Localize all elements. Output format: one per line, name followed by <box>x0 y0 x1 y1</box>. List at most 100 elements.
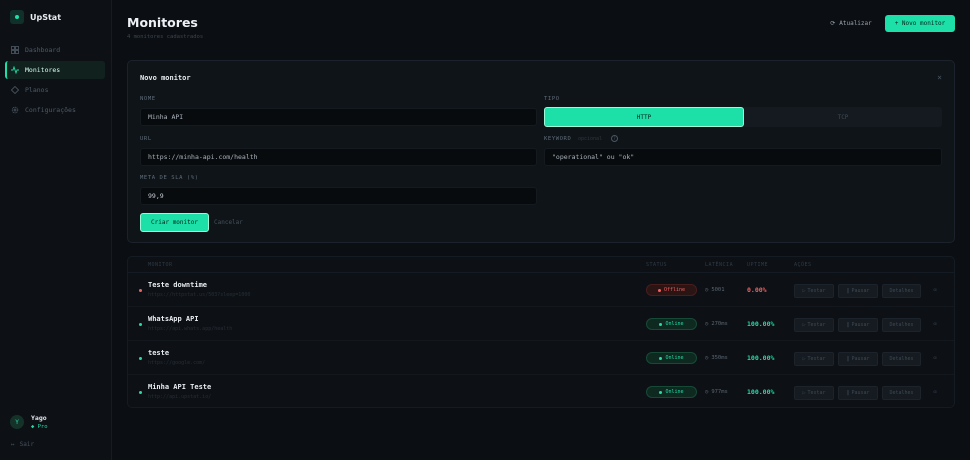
table-row[interactable]: Minha API Teste http://api.upstat.io/ On… <box>128 376 954 409</box>
status-dot <box>139 323 142 326</box>
sidebar-item-dashboard[interactable]: Dashboard <box>5 41 105 59</box>
table-header: MONITOR STATUS LATÊNCIA UPTIME AÇÕES <box>128 257 954 273</box>
sidebar-item-planos[interactable]: Planos <box>5 81 105 99</box>
brand[interactable]: UpStat <box>10 10 61 24</box>
trash-icon[interactable]: ⌫ <box>933 321 940 328</box>
keyword-input[interactable]: "operational" ou "ok" <box>544 148 942 166</box>
clock-icon: ◷ <box>705 321 709 327</box>
status-dot <box>139 357 142 360</box>
refresh-icon: ⟳ <box>830 20 836 27</box>
test-button[interactable]: ▷ Testar <box>794 386 834 400</box>
status-text: Online <box>665 389 684 395</box>
header-actions: AÇÕES <box>794 262 812 268</box>
play-icon: ▷ <box>802 288 806 294</box>
sidebar-item-label: Monitores <box>25 66 61 74</box>
logout-label: Sair <box>19 441 35 448</box>
app-name: UpStat <box>30 12 62 22</box>
status-badge: Online <box>646 318 697 330</box>
latency-value: ◷ 350ms <box>705 355 728 361</box>
refresh-button[interactable]: ⟳ Atualizar <box>825 15 877 32</box>
uptime-value: 100.00% <box>747 354 775 362</box>
form-title: Novo monitor <box>140 74 191 82</box>
pause-button[interactable]: ‖ Pausar <box>838 386 878 400</box>
play-icon: ▷ <box>802 390 806 396</box>
pause-icon: ‖ <box>846 288 850 294</box>
pause-button[interactable]: ‖ Pausar <box>838 284 878 298</box>
status-text: Online <box>665 355 684 361</box>
header-monitor: MONITOR <box>148 262 173 268</box>
monitor-name[interactable]: Minha API Teste <box>148 383 211 391</box>
sidebar-item-monitores[interactable]: Monitores <box>5 61 105 79</box>
user-plan: ◆ Pro <box>31 424 48 430</box>
details-button[interactable]: Detalhes <box>882 386 921 400</box>
clock-icon: ◷ <box>705 287 709 293</box>
monitor-name[interactable]: teste <box>148 349 169 357</box>
header-status: STATUS <box>646 262 668 268</box>
status-text: Offline <box>663 287 686 293</box>
table-row[interactable]: teste https://google.com/ Online ◷ 350ms … <box>128 342 954 375</box>
type-label: TIPO <box>544 96 560 102</box>
user-plan-label: Pro <box>37 424 48 430</box>
pause-icon: ‖ <box>846 356 850 362</box>
url-label: URL <box>140 136 152 142</box>
clock-icon: ◷ <box>705 389 709 395</box>
trash-icon[interactable]: ⌫ <box>933 287 940 294</box>
monitor-name[interactable]: Teste downtime <box>148 281 207 289</box>
monitor-name[interactable]: WhatsApp API <box>148 315 199 323</box>
pause-button[interactable]: ‖ Pausar <box>838 352 878 366</box>
trash-icon[interactable]: ⌫ <box>933 389 940 396</box>
name-input[interactable]: Minha API <box>140 108 537 126</box>
status-badge: Offline <box>646 284 697 296</box>
table-row[interactable]: Teste downtime https://httpstat.us/503?s… <box>128 274 954 307</box>
latency-value: ◷ 977ms <box>705 389 728 395</box>
new-monitor-button[interactable]: + Novo monitor <box>885 15 955 32</box>
sidebar: UpStat Dashboard Monitores Planos Config… <box>0 0 112 460</box>
play-icon: ▷ <box>802 356 806 362</box>
monitor-url: https://google.com/ <box>148 360 206 366</box>
test-button[interactable]: ▷ Testar <box>794 318 834 332</box>
avatar: Y <box>10 415 24 429</box>
type-option-http[interactable]: HTTP <box>544 107 744 127</box>
activity-icon <box>11 66 19 74</box>
gear-icon <box>11 106 19 114</box>
create-monitor-button[interactable]: Criar monitor <box>140 213 209 232</box>
help-icon[interactable]: ? <box>611 135 618 142</box>
cancel-button[interactable]: Cancelar <box>214 213 243 232</box>
test-button[interactable]: ▷ Testar <box>794 352 834 366</box>
url-input[interactable]: https://minha-api.com/health <box>140 148 537 166</box>
sla-input[interactable]: 99,9 <box>140 187 537 205</box>
page-subtitle: 4 monitores cadastrados <box>127 34 204 40</box>
page-title: Monitores <box>127 15 198 30</box>
pause-icon: ‖ <box>846 322 850 328</box>
keyword-label: KEYWORD <box>544 136 572 142</box>
user-name: Yago <box>31 414 47 422</box>
details-button[interactable]: Detalhes <box>882 352 921 366</box>
uptime-value: 0.00% <box>747 286 767 294</box>
close-icon[interactable]: × <box>937 73 942 82</box>
test-button[interactable]: ▷ Testar <box>794 284 834 298</box>
sidebar-item-label: Configurações <box>25 106 76 114</box>
user-profile[interactable]: Y Yago ◆ Pro <box>10 414 48 430</box>
monitor-url: https://httpstat.us/503?sleep=1000 <box>148 292 251 298</box>
status-badge: Online <box>646 352 697 364</box>
logo-icon <box>10 10 24 24</box>
details-button[interactable]: Detalhes <box>882 318 921 332</box>
table-row[interactable]: WhatsApp API https://api.whats.app/healt… <box>128 308 954 341</box>
logout-icon: ↦ <box>11 441 15 448</box>
details-button[interactable]: Detalhes <box>882 284 921 298</box>
play-icon: ▷ <box>802 322 806 328</box>
type-option-tcp[interactable]: TCP <box>744 107 942 127</box>
trash-icon[interactable]: ⌫ <box>933 355 940 362</box>
latency-value: ◷ 270ms <box>705 321 728 327</box>
pause-button[interactable]: ‖ Pausar <box>838 318 878 332</box>
name-label: NOME <box>140 96 156 102</box>
status-dot <box>139 391 142 394</box>
pause-icon: ‖ <box>846 390 850 396</box>
sidebar-item-label: Planos <box>25 86 49 94</box>
logout-button[interactable]: ↦ Sair <box>11 441 34 448</box>
grid-icon <box>11 46 19 54</box>
sidebar-item-configuracoes[interactable]: Configurações <box>5 101 105 119</box>
new-monitor-form: Novo monitor × NOME Minha API TIPO HTTP … <box>127 60 955 243</box>
sidebar-item-label: Dashboard <box>25 46 61 54</box>
monitor-url: http://api.upstat.io/ <box>148 394 212 400</box>
